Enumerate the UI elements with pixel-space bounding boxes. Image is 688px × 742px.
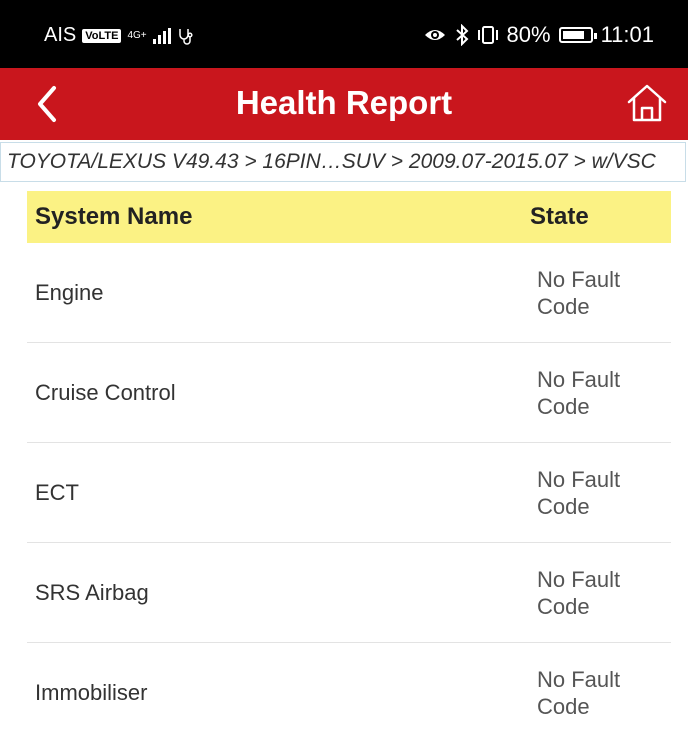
- system-state: No Fault Code: [537, 666, 647, 720]
- table-row[interactable]: ECT No Fault Code: [27, 443, 671, 543]
- state-line: Code: [537, 394, 590, 419]
- table-row[interactable]: SRS Airbag No Fault Code: [27, 543, 671, 643]
- table-header: System Name State: [27, 191, 671, 243]
- system-name: Engine: [35, 280, 104, 305]
- battery-icon: [558, 27, 597, 43]
- eye-icon: [424, 30, 445, 40]
- home-button[interactable]: [624, 80, 670, 126]
- state-line: Code: [537, 294, 590, 319]
- volte-badge: VoLTE: [82, 28, 122, 43]
- state-line: Code: [537, 494, 590, 519]
- state-line: No Fault: [537, 367, 621, 392]
- signal-icon: [152, 27, 171, 44]
- system-state: No Fault Code: [537, 266, 647, 320]
- table-row[interactable]: Cruise Control No Fault Code: [27, 343, 671, 443]
- clock: 11:01: [600, 22, 654, 47]
- state-line: No Fault: [537, 567, 621, 592]
- state-line: No Fault: [537, 667, 621, 692]
- system-state: No Fault Code: [537, 466, 647, 520]
- system-state: No Fault Code: [537, 566, 647, 620]
- status-left: AIS VoLTE 4G+: [44, 24, 195, 47]
- system-state: No Fault Code: [537, 366, 647, 420]
- network-type: 4G+: [127, 29, 147, 41]
- system-name: ECT: [35, 480, 79, 505]
- column-header-system-name: System Name: [35, 203, 193, 230]
- system-name: Cruise Control: [35, 380, 176, 405]
- table-row[interactable]: Immobiliser No Fault Code: [27, 643, 671, 742]
- home-icon: [627, 84, 667, 122]
- state-line: No Fault: [537, 467, 621, 492]
- state-line: Code: [537, 594, 590, 619]
- state-line: No Fault: [537, 267, 621, 292]
- vibrate-icon: [477, 26, 498, 44]
- battery-percent: 80%: [506, 22, 551, 47]
- system-list: Engine No Fault Code Cruise Control No F…: [27, 243, 671, 742]
- stethoscope-icon: [178, 28, 193, 45]
- app-bar: Health Report: [0, 68, 688, 140]
- bluetooth-icon: [455, 24, 468, 46]
- system-name: SRS Airbag: [35, 580, 149, 605]
- status-bar: AIS VoLTE 4G+ 80% 11:01: [0, 0, 688, 68]
- system-name: Immobiliser: [35, 680, 148, 705]
- table-row[interactable]: Engine No Fault Code: [27, 243, 671, 343]
- status-right: 80% 11:01: [423, 22, 654, 48]
- column-header-state: State: [530, 203, 589, 230]
- state-line: Code: [537, 694, 590, 719]
- carrier-label: AIS: [44, 24, 77, 46]
- page-title: Health Report: [235, 84, 453, 121]
- breadcrumb: TOYOTA/LEXUS V49.43 > 16PIN…SUV > 2009.0…: [0, 142, 686, 182]
